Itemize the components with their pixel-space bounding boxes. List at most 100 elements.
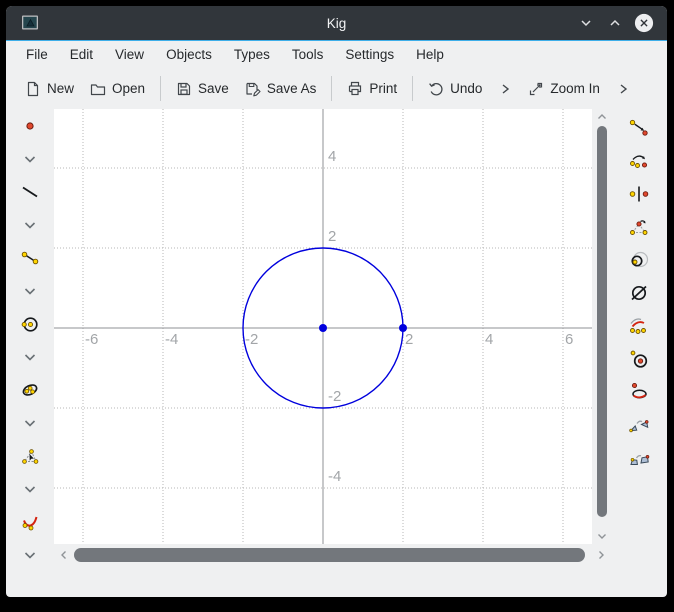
menu-tools[interactable]: Tools xyxy=(281,44,335,65)
scale-tool-button[interactable] xyxy=(611,210,667,243)
vertical-scroll-track[interactable] xyxy=(597,125,607,528)
vertical-scroll-thumb[interactable] xyxy=(597,126,607,517)
point-object[interactable] xyxy=(319,324,327,332)
segment-icon xyxy=(20,248,40,268)
new-button-label: New xyxy=(47,81,74,96)
line-tool-button[interactable] xyxy=(6,175,54,208)
save-as-button-label: Save As xyxy=(267,81,317,96)
menu-view[interactable]: View xyxy=(104,44,155,65)
x-axis-tick-label: -6 xyxy=(85,331,98,348)
polygon-tool-button[interactable] xyxy=(6,439,54,472)
scale-triangle-icon xyxy=(628,216,650,238)
rotate-tool-button[interactable] xyxy=(611,144,667,177)
translate-tool-button[interactable] xyxy=(611,111,667,144)
save-icon xyxy=(176,81,192,97)
toolbar-overflow-button[interactable] xyxy=(608,76,638,102)
zoom-in-icon xyxy=(528,81,544,97)
conic-tool-button[interactable] xyxy=(6,373,54,406)
toolbar-separator xyxy=(331,76,332,101)
vertical-scrollbar[interactable] xyxy=(592,109,611,544)
similitude-arc-icon xyxy=(628,315,650,337)
circle-tools-expander[interactable] xyxy=(6,340,54,373)
reflect-tool-button[interactable] xyxy=(611,177,667,210)
chevron-down-icon xyxy=(20,479,40,499)
polygon-tools-expander[interactable] xyxy=(6,472,54,505)
similitude-tool-button[interactable] xyxy=(611,309,667,342)
undo-overflow-button[interactable] xyxy=(490,76,520,102)
chevron-down-icon xyxy=(20,413,40,433)
scroll-down-button[interactable] xyxy=(592,528,611,544)
line-icon xyxy=(20,182,40,202)
save-button[interactable]: Save xyxy=(168,75,237,103)
open-button[interactable]: Open xyxy=(82,75,153,103)
arc-tools-expander[interactable] xyxy=(6,538,54,571)
minimize-button[interactable] xyxy=(576,13,596,33)
zoom-in-button[interactable]: Zoom In xyxy=(520,75,608,103)
toolbar-separator xyxy=(412,76,413,101)
y-axis-tick-label: -2 xyxy=(328,388,341,405)
invert-circle-icon xyxy=(628,249,650,271)
undo-button-label: Undo xyxy=(450,81,482,96)
conic-tools-expander[interactable] xyxy=(6,406,54,439)
horizontal-scroll-thumb[interactable] xyxy=(74,548,585,562)
invert-tool-button[interactable] xyxy=(611,243,667,276)
geometry-canvas-svg[interactable]: -6-4-224642-2-4 xyxy=(54,109,592,544)
point-tools-expander[interactable] xyxy=(6,142,54,175)
translate-icon xyxy=(628,117,650,139)
horizontal-scroll-track[interactable] xyxy=(73,548,592,562)
menu-help[interactable]: Help xyxy=(405,44,455,65)
print-button[interactable]: Print xyxy=(339,75,405,103)
scroll-right-button[interactable] xyxy=(594,544,608,566)
points-objects-toolbar xyxy=(6,109,54,597)
test-tool-button[interactable] xyxy=(611,276,667,309)
zoom-in-button-label: Zoom In xyxy=(550,81,600,96)
circle-icon xyxy=(20,314,40,334)
point-object[interactable] xyxy=(399,324,407,332)
menu-types[interactable]: Types xyxy=(223,44,281,65)
window-title: Kig xyxy=(6,16,667,31)
arc-tool-button[interactable] xyxy=(6,505,54,538)
geometry-canvas[interactable]: -6-4-224642-2-4 xyxy=(54,109,592,544)
menu-settings[interactable]: Settings xyxy=(334,44,405,65)
chevron-down-icon xyxy=(20,347,40,367)
conic-ellipse-icon xyxy=(20,380,40,400)
save-button-label: Save xyxy=(198,81,229,96)
undo-button[interactable]: Undo xyxy=(420,75,490,103)
content-area: -6-4-224642-2-4 xyxy=(6,109,667,597)
titlebar[interactable]: Kig xyxy=(6,6,667,41)
point-icon xyxy=(20,116,40,136)
new-document-icon xyxy=(25,81,41,97)
circle-tool-button[interactable] xyxy=(6,307,54,340)
chevron-down-icon xyxy=(20,215,40,235)
horizontal-scrollbar[interactable] xyxy=(54,544,611,566)
chevron-down-icon xyxy=(578,15,594,31)
print-button-label: Print xyxy=(369,81,397,96)
new-button[interactable]: New xyxy=(17,75,82,103)
x-axis-tick-label: 4 xyxy=(485,331,493,348)
menu-file[interactable]: File xyxy=(15,44,59,65)
window-controls xyxy=(576,13,654,33)
scroll-up-button[interactable] xyxy=(592,109,611,125)
scroll-left-button[interactable] xyxy=(57,544,71,566)
close-button[interactable] xyxy=(634,13,654,33)
circle-center-tool-button[interactable] xyxy=(611,342,667,375)
y-axis-tick-label: 2 xyxy=(328,228,336,245)
y-axis-tick-label: 4 xyxy=(328,148,336,165)
line-tools-expander[interactable] xyxy=(6,208,54,241)
segment-tool-button[interactable] xyxy=(6,241,54,274)
chevron-down-icon xyxy=(20,545,40,565)
menu-edit[interactable]: Edit xyxy=(59,44,104,65)
point-tool-button[interactable] xyxy=(6,109,54,142)
maximize-button[interactable] xyxy=(605,13,625,33)
affinity-polygons-icon xyxy=(628,447,650,469)
save-as-button[interactable]: Save As xyxy=(237,75,325,103)
document-area: -6-4-224642-2-4 xyxy=(54,109,611,597)
close-icon xyxy=(634,12,654,34)
affinity-tool-button[interactable] xyxy=(611,441,667,474)
harmonic-homology-tool-button[interactable] xyxy=(611,375,667,408)
segment-tools-expander[interactable] xyxy=(6,274,54,307)
menu-objects[interactable]: Objects xyxy=(155,44,223,65)
open-folder-icon xyxy=(90,81,106,97)
x-axis-tick-label: -2 xyxy=(245,331,258,348)
similarity-tool-button[interactable] xyxy=(611,408,667,441)
